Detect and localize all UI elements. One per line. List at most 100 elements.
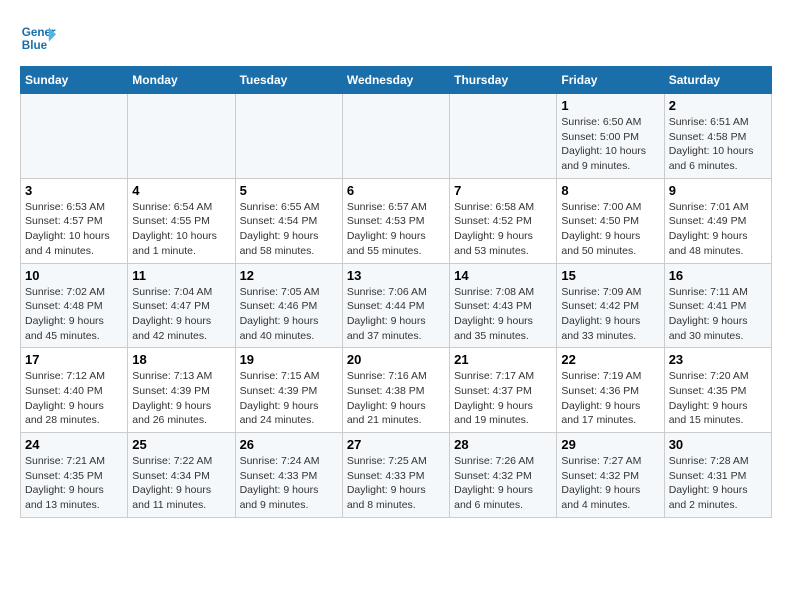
weekday-header: Saturday xyxy=(664,67,771,94)
day-info: Sunrise: 6:54 AM Sunset: 4:55 PM Dayligh… xyxy=(132,200,230,259)
weekday-header: Friday xyxy=(557,67,664,94)
calendar-cell: 16 Sunrise: 7:11 AM Sunset: 4:41 PM Dayli… xyxy=(664,263,771,348)
calendar-cell: 14 Sunrise: 7:08 AM Sunset: 4:43 PM Dayli… xyxy=(450,263,557,348)
day-info: Sunrise: 7:00 AM Sunset: 4:50 PM Dayligh… xyxy=(561,200,659,259)
day-number: 14 xyxy=(454,268,552,283)
day-number: 15 xyxy=(561,268,659,283)
day-number: 11 xyxy=(132,268,230,283)
day-number: 29 xyxy=(561,437,659,452)
weekday-header: Monday xyxy=(128,67,235,94)
day-info: Sunrise: 7:08 AM Sunset: 4:43 PM Dayligh… xyxy=(454,285,552,344)
day-number: 23 xyxy=(669,352,767,367)
calendar-cell: 15 Sunrise: 7:09 AM Sunset: 4:42 PM Dayli… xyxy=(557,263,664,348)
calendar-table: SundayMondayTuesdayWednesdayThursdayFrid… xyxy=(20,66,772,518)
day-info: Sunrise: 7:22 AM Sunset: 4:34 PM Dayligh… xyxy=(132,454,230,513)
calendar-cell: 10 Sunrise: 7:02 AM Sunset: 4:48 PM Dayli… xyxy=(21,263,128,348)
day-info: Sunrise: 7:04 AM Sunset: 4:47 PM Dayligh… xyxy=(132,285,230,344)
day-number: 24 xyxy=(25,437,123,452)
day-info: Sunrise: 7:15 AM Sunset: 4:39 PM Dayligh… xyxy=(240,369,338,428)
calendar-cell xyxy=(450,94,557,179)
day-info: Sunrise: 6:53 AM Sunset: 4:57 PM Dayligh… xyxy=(25,200,123,259)
calendar-cell: 25 Sunrise: 7:22 AM Sunset: 4:34 PM Dayli… xyxy=(128,433,235,518)
svg-text:Blue: Blue xyxy=(22,39,48,52)
calendar-cell: 24 Sunrise: 7:21 AM Sunset: 4:35 PM Dayli… xyxy=(21,433,128,518)
day-number: 21 xyxy=(454,352,552,367)
calendar-cell xyxy=(235,94,342,179)
day-number: 4 xyxy=(132,183,230,198)
calendar-cell: 20 Sunrise: 7:16 AM Sunset: 4:38 PM Dayli… xyxy=(342,348,449,433)
calendar-cell: 26 Sunrise: 7:24 AM Sunset: 4:33 PM Dayli… xyxy=(235,433,342,518)
day-info: Sunrise: 7:12 AM Sunset: 4:40 PM Dayligh… xyxy=(25,369,123,428)
calendar-cell: 18 Sunrise: 7:13 AM Sunset: 4:39 PM Dayli… xyxy=(128,348,235,433)
day-info: Sunrise: 7:19 AM Sunset: 4:36 PM Dayligh… xyxy=(561,369,659,428)
day-info: Sunrise: 7:24 AM Sunset: 4:33 PM Dayligh… xyxy=(240,454,338,513)
day-number: 5 xyxy=(240,183,338,198)
day-info: Sunrise: 7:09 AM Sunset: 4:42 PM Dayligh… xyxy=(561,285,659,344)
day-info: Sunrise: 7:02 AM Sunset: 4:48 PM Dayligh… xyxy=(25,285,123,344)
day-number: 28 xyxy=(454,437,552,452)
day-info: Sunrise: 6:58 AM Sunset: 4:52 PM Dayligh… xyxy=(454,200,552,259)
day-info: Sunrise: 7:26 AM Sunset: 4:32 PM Dayligh… xyxy=(454,454,552,513)
day-info: Sunrise: 7:20 AM Sunset: 4:35 PM Dayligh… xyxy=(669,369,767,428)
day-info: Sunrise: 7:13 AM Sunset: 4:39 PM Dayligh… xyxy=(132,369,230,428)
calendar-cell: 19 Sunrise: 7:15 AM Sunset: 4:39 PM Dayli… xyxy=(235,348,342,433)
calendar-cell: 21Sunrise: 7:17 AM Sunset: 4:37 PM Dayli… xyxy=(450,348,557,433)
day-number: 30 xyxy=(669,437,767,452)
calendar-cell: 28 Sunrise: 7:26 AM Sunset: 4:32 PM Dayli… xyxy=(450,433,557,518)
calendar-cell: 8 Sunrise: 7:00 AM Sunset: 4:50 PM Daylig… xyxy=(557,178,664,263)
day-number: 26 xyxy=(240,437,338,452)
day-number: 20 xyxy=(347,352,445,367)
day-info: Sunrise: 6:50 AM Sunset: 5:00 PM Dayligh… xyxy=(561,115,659,174)
day-number: 12 xyxy=(240,268,338,283)
day-number: 13 xyxy=(347,268,445,283)
page-header: General Blue xyxy=(20,20,772,56)
day-info: Sunrise: 6:57 AM Sunset: 4:53 PM Dayligh… xyxy=(347,200,445,259)
calendar-cell: 27 Sunrise: 7:25 AM Sunset: 4:33 PM Dayli… xyxy=(342,433,449,518)
calendar-cell: 22 Sunrise: 7:19 AM Sunset: 4:36 PM Dayli… xyxy=(557,348,664,433)
day-number: 17 xyxy=(25,352,123,367)
weekday-header: Sunday xyxy=(21,67,128,94)
calendar-cell: 5Sunrise: 6:55 AM Sunset: 4:54 PM Daylig… xyxy=(235,178,342,263)
day-info: Sunrise: 7:25 AM Sunset: 4:33 PM Dayligh… xyxy=(347,454,445,513)
day-number: 3 xyxy=(25,183,123,198)
calendar-cell: 1 Sunrise: 6:50 AM Sunset: 5:00 PM Daylig… xyxy=(557,94,664,179)
calendar-cell: 17 Sunrise: 7:12 AM Sunset: 4:40 PM Dayli… xyxy=(21,348,128,433)
calendar-cell: 4 Sunrise: 6:54 AM Sunset: 4:55 PM Daylig… xyxy=(128,178,235,263)
day-info: Sunrise: 7:06 AM Sunset: 4:44 PM Dayligh… xyxy=(347,285,445,344)
day-info: Sunrise: 7:11 AM Sunset: 4:41 PM Dayligh… xyxy=(669,285,767,344)
day-number: 7 xyxy=(454,183,552,198)
weekday-header: Thursday xyxy=(450,67,557,94)
day-info: Sunrise: 7:16 AM Sunset: 4:38 PM Dayligh… xyxy=(347,369,445,428)
day-number: 9 xyxy=(669,183,767,198)
day-number: 1 xyxy=(561,98,659,113)
calendar-cell: 23 Sunrise: 7:20 AM Sunset: 4:35 PM Dayli… xyxy=(664,348,771,433)
weekday-header: Wednesday xyxy=(342,67,449,94)
day-number: 8 xyxy=(561,183,659,198)
calendar-cell: 3 Sunrise: 6:53 AM Sunset: 4:57 PM Daylig… xyxy=(21,178,128,263)
day-number: 18 xyxy=(132,352,230,367)
calendar-cell: 13 Sunrise: 7:06 AM Sunset: 4:44 PM Dayli… xyxy=(342,263,449,348)
day-info: Sunrise: 7:01 AM Sunset: 4:49 PM Dayligh… xyxy=(669,200,767,259)
day-number: 27 xyxy=(347,437,445,452)
day-info: Sunrise: 7:28 AM Sunset: 4:31 PM Dayligh… xyxy=(669,454,767,513)
calendar-cell: 7 Sunrise: 6:58 AM Sunset: 4:52 PM Daylig… xyxy=(450,178,557,263)
calendar-cell: 29 Sunrise: 7:27 AM Sunset: 4:32 PM Dayli… xyxy=(557,433,664,518)
calendar-cell xyxy=(342,94,449,179)
calendar-cell: 30 Sunrise: 7:28 AM Sunset: 4:31 PM Dayli… xyxy=(664,433,771,518)
day-number: 10 xyxy=(25,268,123,283)
day-number: 22 xyxy=(561,352,659,367)
day-number: 2 xyxy=(669,98,767,113)
day-number: 25 xyxy=(132,437,230,452)
calendar-cell: 2 Sunrise: 6:51 AM Sunset: 4:58 PM Daylig… xyxy=(664,94,771,179)
day-number: 19 xyxy=(240,352,338,367)
logo-icon: General Blue xyxy=(20,20,56,56)
calendar-cell: 9 Sunrise: 7:01 AM Sunset: 4:49 PM Daylig… xyxy=(664,178,771,263)
weekday-header: Tuesday xyxy=(235,67,342,94)
day-info: Sunrise: 7:21 AM Sunset: 4:35 PM Dayligh… xyxy=(25,454,123,513)
day-number: 16 xyxy=(669,268,767,283)
day-info: Sunrise: 6:51 AM Sunset: 4:58 PM Dayligh… xyxy=(669,115,767,174)
day-info: Sunrise: 7:27 AM Sunset: 4:32 PM Dayligh… xyxy=(561,454,659,513)
logo: General Blue xyxy=(20,20,62,56)
calendar-cell xyxy=(21,94,128,179)
calendar-cell: 11 Sunrise: 7:04 AM Sunset: 4:47 PM Dayli… xyxy=(128,263,235,348)
